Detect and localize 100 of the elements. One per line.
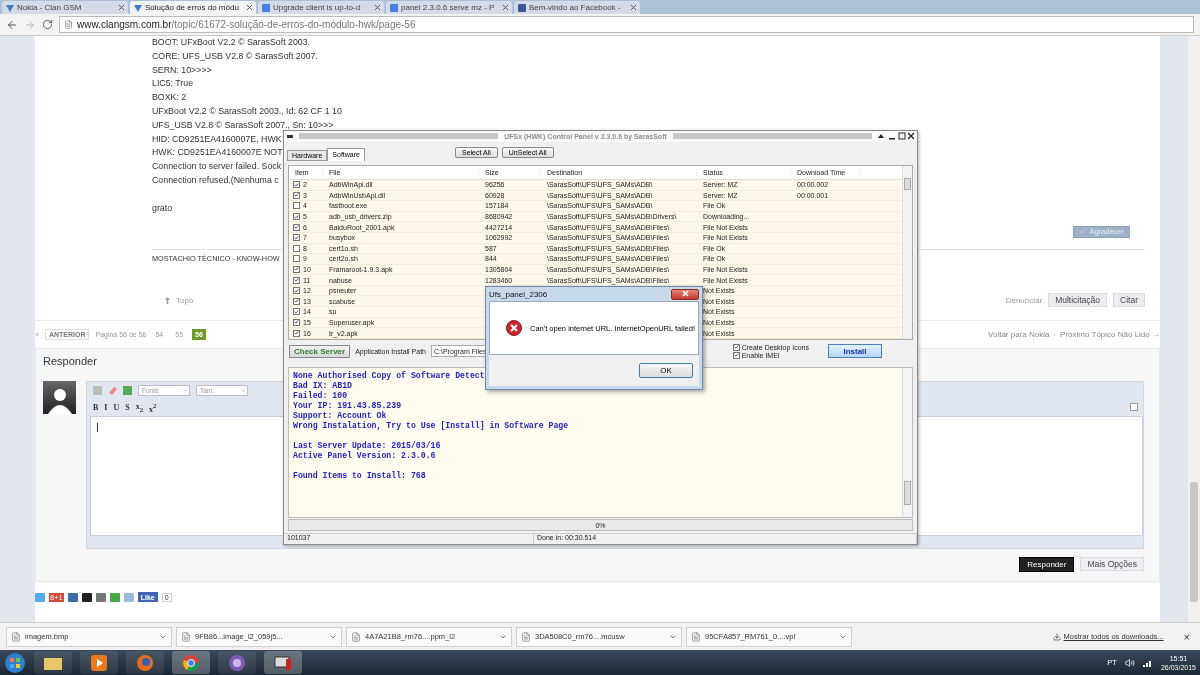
close-icon[interactable] [247,3,252,12]
more-options-button[interactable]: Mais Opções [1080,557,1144,571]
post-text-line: grato [152,201,173,215]
close-icon[interactable] [631,3,636,12]
post-action-button[interactable]: Citar [1113,293,1145,307]
post-action-button[interactable]: Multicitação [1048,293,1108,307]
checkbox[interactable] [293,181,300,189]
checkbox[interactable] [293,244,300,252]
scrollbar-thumb[interactable] [904,177,911,190]
ok-button[interactable]: OK [639,363,693,378]
back-icon[interactable] [6,18,18,31]
file-icon [691,631,701,642]
install-button[interactable]: Install [828,344,882,359]
share-icon[interactable] [81,592,92,602]
next-topic-link[interactable]: Próximo Tópico Não Lido → [1060,330,1160,339]
format-button[interactable]: U [113,403,120,412]
post-text-line: BOOT: UFxBoot V2.2 © SarasSoft 2003. [152,36,311,49]
browser-tab[interactable]: Bem-vindo ao Facebook - [514,1,640,14]
log-line: Your IP: 191.43.85.239 [293,401,403,411]
log-line: Bad IX: AB1D [293,381,353,391]
caret-icon [182,387,189,394]
checkbox[interactable] [293,255,300,263]
log-line: Support: Account Ok [293,411,388,421]
reply-heading: Responder [43,355,97,369]
post-text-line: HWK: CD9251EA4160007E NOT [152,146,283,160]
print-icon[interactable] [95,592,106,602]
app-icon[interactable] [218,651,256,674]
window-menu-icon[interactable] [287,134,293,138]
checkbox[interactable] [293,213,300,220]
close-icon[interactable] [503,3,508,12]
close-button[interactable]: × [1183,630,1190,643]
file-icon [181,631,191,642]
log-line: Found Items to Install: 768 [293,471,427,481]
format-button[interactable]: B [93,403,99,412]
checkbox[interactable] [732,351,740,359]
submit-button[interactable]: Responder [1019,557,1075,572]
browser-tab[interactable]: Upgrade client is up-to-d [258,1,384,14]
favicon-icon [6,3,14,12]
log-line: Active Panel Version: 2.3.0.6 [293,451,437,461]
caret-icon [240,387,247,394]
monitor-icon[interactable] [264,651,302,674]
log-line: None Authorised Copy of Software Detect [293,371,486,381]
signal-icon[interactable] [1142,658,1153,667]
browser-icon[interactable] [172,651,210,674]
log-line: Failed: 100 [293,391,349,401]
reload-icon[interactable] [42,19,53,30]
download-icon [1052,632,1061,641]
file-icon [351,631,361,642]
browser-tab[interactable]: panel 2.3.0.6 serve mz - P [386,1,512,14]
checkbox[interactable] [293,329,300,337]
browser-tab[interactable]: Solução de erros do módu [130,1,256,14]
volume-icon[interactable] [1124,657,1135,668]
check-icon [1079,228,1087,235]
checkbox[interactable] [293,318,300,326]
folder-icon[interactable] [34,651,72,674]
post-text-line: SERN: 10>>>> [152,63,212,77]
post-text-line: Connection to server failed. Sock [152,160,282,174]
file-icon [11,631,21,642]
favicon-icon [390,3,398,12]
checkbox[interactable] [293,202,300,210]
scrollbar-thumb[interactable] [904,480,911,505]
browser-tab[interactable]: Nokia - Clan GSM [2,1,128,14]
checkbox[interactable] [293,266,300,273]
back-link[interactable]: Voltar para Nokia [988,330,1050,339]
play-icon[interactable] [80,651,118,674]
scrollbar-thumb[interactable] [1190,482,1198,602]
page-icon [64,20,73,29]
checkbox[interactable] [293,234,300,242]
format-button[interactable]: x$^{2}$ [149,401,157,414]
start-button[interactable] [4,651,26,674]
format-button[interactable]: S [125,403,130,412]
checkbox[interactable] [293,297,300,305]
post-text-line: UFxBoot V2.2 © SarasSoft 2003., Id: 62 CF 1 10 [152,105,342,118]
log-line: Wrong Instalation, Try to Use [Install] in Software Page [293,421,570,431]
favicon-icon [134,3,142,12]
favicon-icon [262,3,270,12]
close-icon[interactable] [375,3,380,12]
post-text-line: UFS_USB V2.8 © SarasSoft 2007., Sn: 10>>> [152,118,334,132]
file-icon [521,631,531,642]
checkbox[interactable] [732,343,740,351]
check-server-button[interactable]: Check Server [289,344,351,358]
checkbox[interactable] [293,308,300,316]
checkbox[interactable] [293,191,300,199]
close-button[interactable] [671,288,699,300]
window-controls-drawing[interactable] [878,132,914,141]
close-icon [681,289,689,297]
error-icon [506,320,522,336]
url-field[interactable]: www.clangsm.com.br/topic/61672-solução-de-erros-do-módulo-hwk/page-56 [59,16,1194,33]
close-icon[interactable] [119,3,124,12]
checkbox[interactable] [293,287,300,295]
avatar [43,381,76,414]
up-arrow-icon [165,296,170,304]
post-text-line: BOXK: 2 [152,91,187,105]
format-button[interactable]: x$_{2}$ [135,402,144,413]
format-button[interactable]: I [104,403,108,412]
checkbox[interactable] [293,276,300,284]
browser-icon[interactable] [126,651,164,674]
post-text-line: CORE: UFS_USB V2.8 © SarasSoft 2007. [152,49,318,63]
checkbox[interactable] [293,223,300,231]
favicon-icon [518,3,526,12]
